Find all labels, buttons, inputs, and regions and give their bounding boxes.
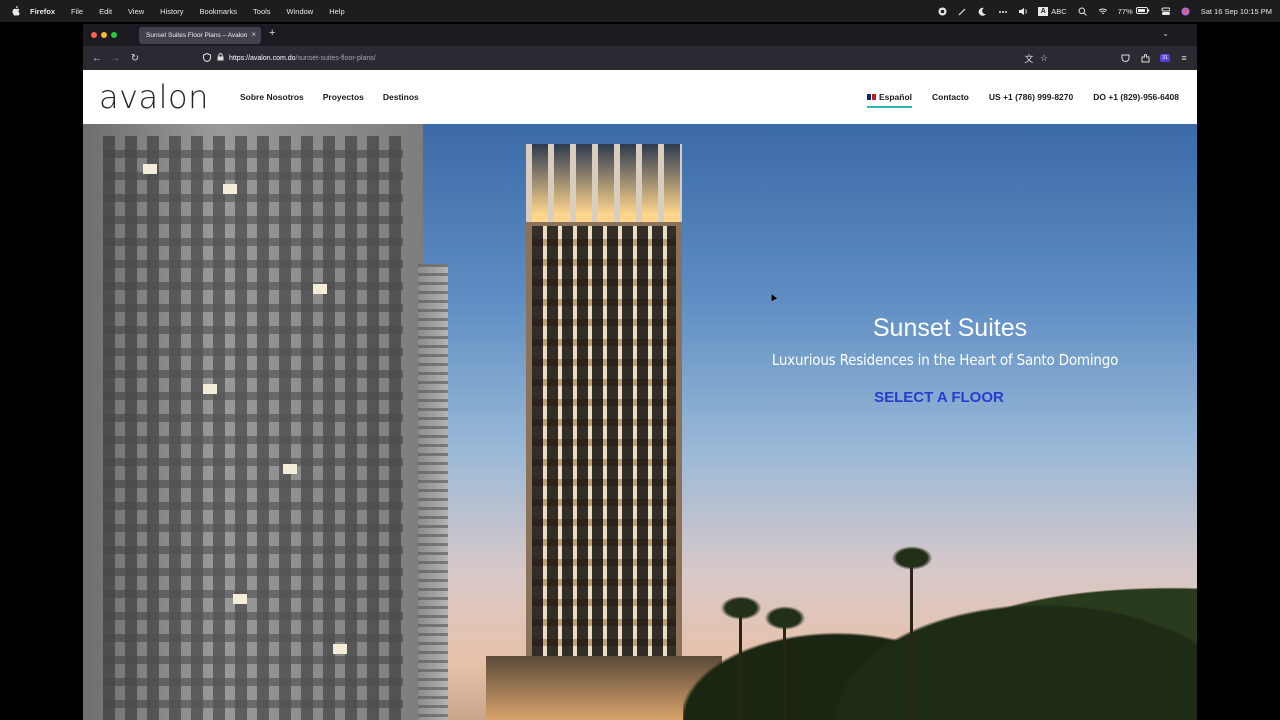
- lock-icon[interactable]: [217, 53, 224, 63]
- input-source-label: ABC: [1051, 6, 1067, 16]
- hero-subtitle: Luxurious Residences in the Heart of San…: [771, 351, 1119, 369]
- battery-icon: [1135, 6, 1150, 16]
- phone-us[interactable]: US +1 (786) 999-8270: [989, 92, 1073, 102]
- select-floor-button[interactable]: SELECT A FLOOR: [874, 389, 1004, 406]
- dominican-flag-icon: [866, 94, 876, 100]
- phone-do[interactable]: DO +1 (829)-956-6408: [1093, 92, 1179, 102]
- bookmark-star-icon[interactable]: ☆: [1038, 52, 1050, 64]
- address-bar[interactable]: https://avalon.com.do/sunset-suites-floo…: [203, 49, 1063, 67]
- language-label: Español: [878, 92, 913, 102]
- zoom-window-button[interactable]: [111, 32, 117, 38]
- volume-icon[interactable]: [1018, 7, 1028, 16]
- menu-window[interactable]: Window: [287, 7, 314, 16]
- menu-app-name[interactable]: Firefox: [30, 7, 55, 16]
- hero-section: Sunset Suites Luxurious Residences in th…: [83, 124, 1197, 720]
- menu-bookmarks[interactable]: Bookmarks: [200, 7, 238, 16]
- building-center: [486, 144, 722, 720]
- hero-title: Sunset Suites: [872, 314, 1028, 342]
- hero-text: Sunset Suites Luxurious Residences in th…: [723, 314, 1167, 407]
- tab-bar: Sunset Suites Floor Plans – Avalon × + ⌄: [83, 24, 1197, 46]
- macos-menu-bar: Firefox File Edit View History Bookmarks…: [0, 0, 1280, 22]
- building-left: [83, 124, 423, 720]
- close-tab-icon[interactable]: ×: [251, 30, 256, 39]
- nav-sobre-nosotros[interactable]: Sobre Nosotros: [240, 92, 304, 102]
- extension-badge: 31: [1160, 54, 1170, 62]
- menu-help[interactable]: Help: [329, 7, 344, 16]
- menu-tools[interactable]: Tools: [253, 7, 271, 16]
- status-icons: A ABC 77% Sat 16 Sep 10:15 PM: [938, 0, 1272, 22]
- extension-badge-icon[interactable]: 31: [1159, 52, 1171, 64]
- control-center-icon[interactable]: [1161, 7, 1170, 16]
- close-window-button[interactable]: [91, 32, 97, 38]
- site-header: avalon Sobre Nosotros Proyectos Destinos…: [83, 70, 1197, 124]
- wifi-icon[interactable]: [1098, 7, 1107, 16]
- minimize-window-button[interactable]: [101, 32, 107, 38]
- url-domain: https://avalon.com.do: [229, 54, 296, 62]
- list-tabs-icon[interactable]: ⌄: [1162, 29, 1169, 38]
- reload-button[interactable]: ↻: [129, 52, 141, 64]
- palm-tree: [717, 594, 765, 720]
- nav-proyectos[interactable]: Proyectos: [323, 92, 364, 102]
- navigation-toolbar: ← → ↻ https://avalon.com.do/sunset-suite…: [83, 46, 1197, 70]
- logo-text: avalon: [99, 78, 209, 116]
- input-source[interactable]: A ABC: [1038, 6, 1067, 16]
- dots-icon[interactable]: [998, 7, 1008, 16]
- language-switcher[interactable]: Español: [866, 92, 913, 108]
- extensions-icon[interactable]: [1139, 52, 1151, 64]
- menu-edit[interactable]: Edit: [99, 7, 112, 16]
- translate-icon[interactable]: 文: [1023, 52, 1035, 64]
- header-right-nav: Español Contacto US +1 (786) 999-8270 DO…: [847, 70, 1179, 124]
- shield-icon[interactable]: [203, 52, 211, 64]
- main-nav: Sobre Nosotros Proyectos Destinos: [240, 70, 419, 124]
- menu-file[interactable]: File: [71, 7, 83, 16]
- building-side: [418, 264, 448, 720]
- forward-button[interactable]: →: [109, 52, 121, 64]
- tab-active[interactable]: Sunset Suites Floor Plans – Avalon ×: [139, 27, 261, 44]
- mouse-cursor-icon: [769, 293, 777, 301]
- battery-percent: 77%: [1117, 6, 1133, 16]
- search-icon[interactable]: [1078, 7, 1087, 16]
- pen-icon[interactable]: [958, 7, 967, 16]
- tab-title: Sunset Suites Floor Plans – Avalon: [146, 32, 248, 39]
- menu-history[interactable]: History: [160, 7, 183, 16]
- input-source-icon: A: [1038, 6, 1049, 16]
- nav-destinos[interactable]: Destinos: [383, 92, 419, 102]
- palm-tree: [761, 604, 809, 720]
- site-logo[interactable]: avalon: [99, 78, 209, 116]
- app-menu-icon[interactable]: ≡: [1178, 52, 1190, 64]
- web-page: avalon Sobre Nosotros Proyectos Destinos…: [83, 70, 1197, 720]
- back-button[interactable]: ←: [91, 52, 103, 64]
- new-tab-button[interactable]: +: [269, 27, 275, 39]
- trees-right: [683, 520, 1197, 720]
- pocket-icon[interactable]: [1119, 52, 1131, 64]
- apple-icon[interactable]: [10, 6, 20, 16]
- clock[interactable]: Sat 16 Sep 10:15 PM: [1201, 7, 1272, 16]
- menu-view[interactable]: View: [128, 7, 144, 16]
- nav-contacto[interactable]: Contacto: [932, 92, 969, 102]
- battery-status[interactable]: 77%: [1117, 6, 1150, 16]
- siri-icon[interactable]: [1181, 7, 1190, 16]
- palm-tree: [888, 544, 936, 720]
- url-path: /sunset-suites-floor-plans/: [295, 54, 376, 62]
- moon-icon[interactable]: [978, 7, 987, 16]
- browser-window: Sunset Suites Floor Plans – Avalon × + ⌄…: [83, 24, 1197, 720]
- record-icon[interactable]: [938, 7, 947, 16]
